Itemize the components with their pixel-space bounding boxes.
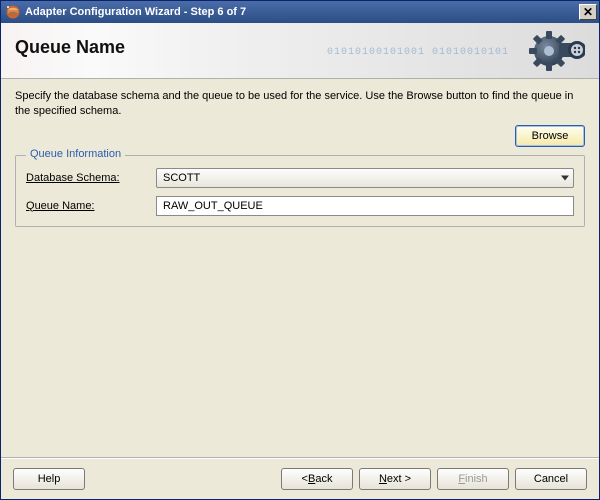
group-legend: Queue Information bbox=[26, 148, 125, 160]
chevron-down-icon bbox=[561, 175, 569, 180]
app-icon bbox=[5, 4, 21, 20]
page-title: Queue Name bbox=[15, 37, 125, 58]
close-icon: ✕ bbox=[583, 6, 593, 18]
queue-name-label: Queue Name: bbox=[26, 200, 156, 212]
queue-name-row: Queue Name: bbox=[26, 196, 574, 216]
help-button[interactable]: Help bbox=[13, 468, 85, 490]
queue-information-group: Queue Information Database Schema: SCOTT… bbox=[15, 155, 585, 227]
binary-decoration: 01010100101001 01010010101 bbox=[327, 47, 509, 58]
wizard-body: Specify the database schema and the queu… bbox=[1, 79, 599, 457]
wizard-window: Adapter Configuration Wizard - Step 6 of… bbox=[0, 0, 600, 500]
wizard-footer: Help < Back Next > Finish Cancel bbox=[1, 457, 599, 499]
database-schema-value: SCOTT bbox=[163, 172, 200, 184]
window-close-button[interactable]: ✕ bbox=[579, 4, 597, 20]
gear-icon bbox=[529, 29, 585, 76]
finish-button[interactable]: Finish bbox=[437, 468, 509, 490]
cancel-button[interactable]: Cancel bbox=[515, 468, 587, 490]
database-schema-combo[interactable]: SCOTT bbox=[156, 168, 574, 188]
database-schema-label: Database Schema: bbox=[26, 172, 156, 184]
back-button[interactable]: < Back bbox=[281, 468, 353, 490]
database-schema-row: Database Schema: SCOTT bbox=[26, 168, 574, 188]
browse-button[interactable]: Browse bbox=[515, 125, 585, 147]
queue-name-input[interactable] bbox=[156, 196, 574, 216]
browse-row: Browse bbox=[15, 125, 585, 147]
titlebar: Adapter Configuration Wizard - Step 6 of… bbox=[1, 1, 599, 23]
instructions-text: Specify the database schema and the queu… bbox=[15, 89, 585, 119]
wizard-header: Queue Name 01010100101001 01010010101 bbox=[1, 23, 599, 79]
next-button[interactable]: Next > bbox=[359, 468, 431, 490]
window-title: Adapter Configuration Wizard - Step 6 of… bbox=[25, 6, 579, 18]
